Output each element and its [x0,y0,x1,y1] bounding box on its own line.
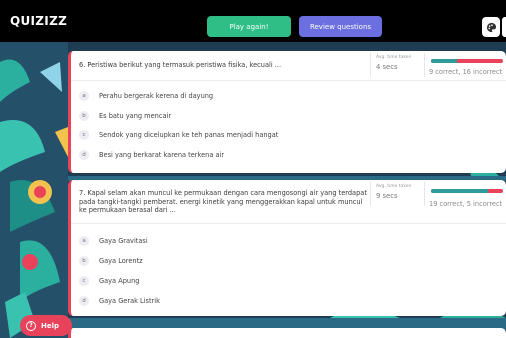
option-text: Gaya Lorentz [99,257,143,265]
answer-option: d Besi yang berkarat karena terkena air [79,150,224,160]
question-text-line: ke permukaan berasal dari ... [79,206,176,215]
option-text: Sendok yang dicelupkan ke teh panas menj… [99,131,279,139]
answer-option: b Gaya Lorentz [79,256,143,266]
accuracy-bar-correct [431,189,488,193]
option-text: Besi yang berkarat karena terkena air [99,151,225,159]
avg-time-label: Avg. time taken [376,55,412,60]
play-again-button[interactable]: Play again! [207,16,291,37]
option-letter: d [79,150,89,160]
divider [424,182,425,206]
help-label: Help [41,321,60,330]
avg-time-label: Avg. time taken [376,184,412,189]
question-mark-icon: ? [26,320,36,331]
separator [71,80,506,81]
result-text: 19 correct, 5 incorrect [429,200,503,208]
accuracy-bar-correct [431,59,457,63]
avg-time-value: 4 secs [376,63,398,71]
option-text: Gaya Gerak Listrik [99,297,160,305]
partial-menu-button[interactable] [502,17,506,37]
question-card-partial [68,328,506,338]
answer-option: d Gaya Gerak Listrik [79,296,160,306]
question-text-line: 7. Kapal selam akan muncul ke permukaan … [79,189,367,197]
avg-time: Avg. time taken 9 secs [376,184,411,200]
top-bar: QUIZIZZ Play again! Review questions [0,0,506,42]
answer-option: c Sendok yang dicelupkan ke teh panas me… [79,130,278,140]
theme-button[interactable] [482,17,500,37]
accuracy-bar [431,59,503,63]
result-text: 9 correct, 16 incorrect [429,68,503,76]
answer-option: c Gaya Apung [79,276,139,286]
option-letter: d [79,296,89,306]
option-letter: c [79,276,89,286]
question-text-line: pada tangki-tangki pemberat. energi kine… [79,197,363,206]
option-letter: a [79,236,89,246]
avg-time: Avg. time taken 4 secs [376,55,411,71]
answer-option: a Gaya Gravitasi [79,236,148,246]
question-text: 7. Kapal selam akan muncul ke permukaan … [79,189,367,215]
option-text: Perahu bergerak kerena di dayung [99,92,214,100]
answer-option: b Es batu yang mencair [79,111,171,121]
separator [71,223,506,224]
option-letter: c [79,130,89,140]
option-letter: b [79,256,89,266]
divider [370,182,371,206]
avg-time-value: 9 secs [376,192,398,200]
quizizz-logo: QUIZIZZ [10,14,68,28]
divider [370,53,371,77]
question-card: 7. Kapal selam akan muncul ke permukaan … [68,180,506,316]
palette-icon [486,18,497,37]
answer-option: a Perahu bergerak kerena di dayung [79,91,213,101]
option-letter: b [79,111,89,121]
question-card: 6. Peristiwa berikut yang termasuk peris… [68,51,506,173]
divider [424,53,425,77]
review-questions-button[interactable]: Review questions [299,16,382,37]
option-letter: a [79,91,89,101]
option-text: Gaya Gravitasi [99,237,148,245]
option-text: Es batu yang mencair [99,112,172,120]
help-button[interactable]: ? Help [20,315,72,336]
option-text: Gaya Apung [99,277,140,285]
question-text: 6. Peristiwa berikut yang termasuk peris… [79,61,282,69]
accuracy-bar [431,189,503,193]
